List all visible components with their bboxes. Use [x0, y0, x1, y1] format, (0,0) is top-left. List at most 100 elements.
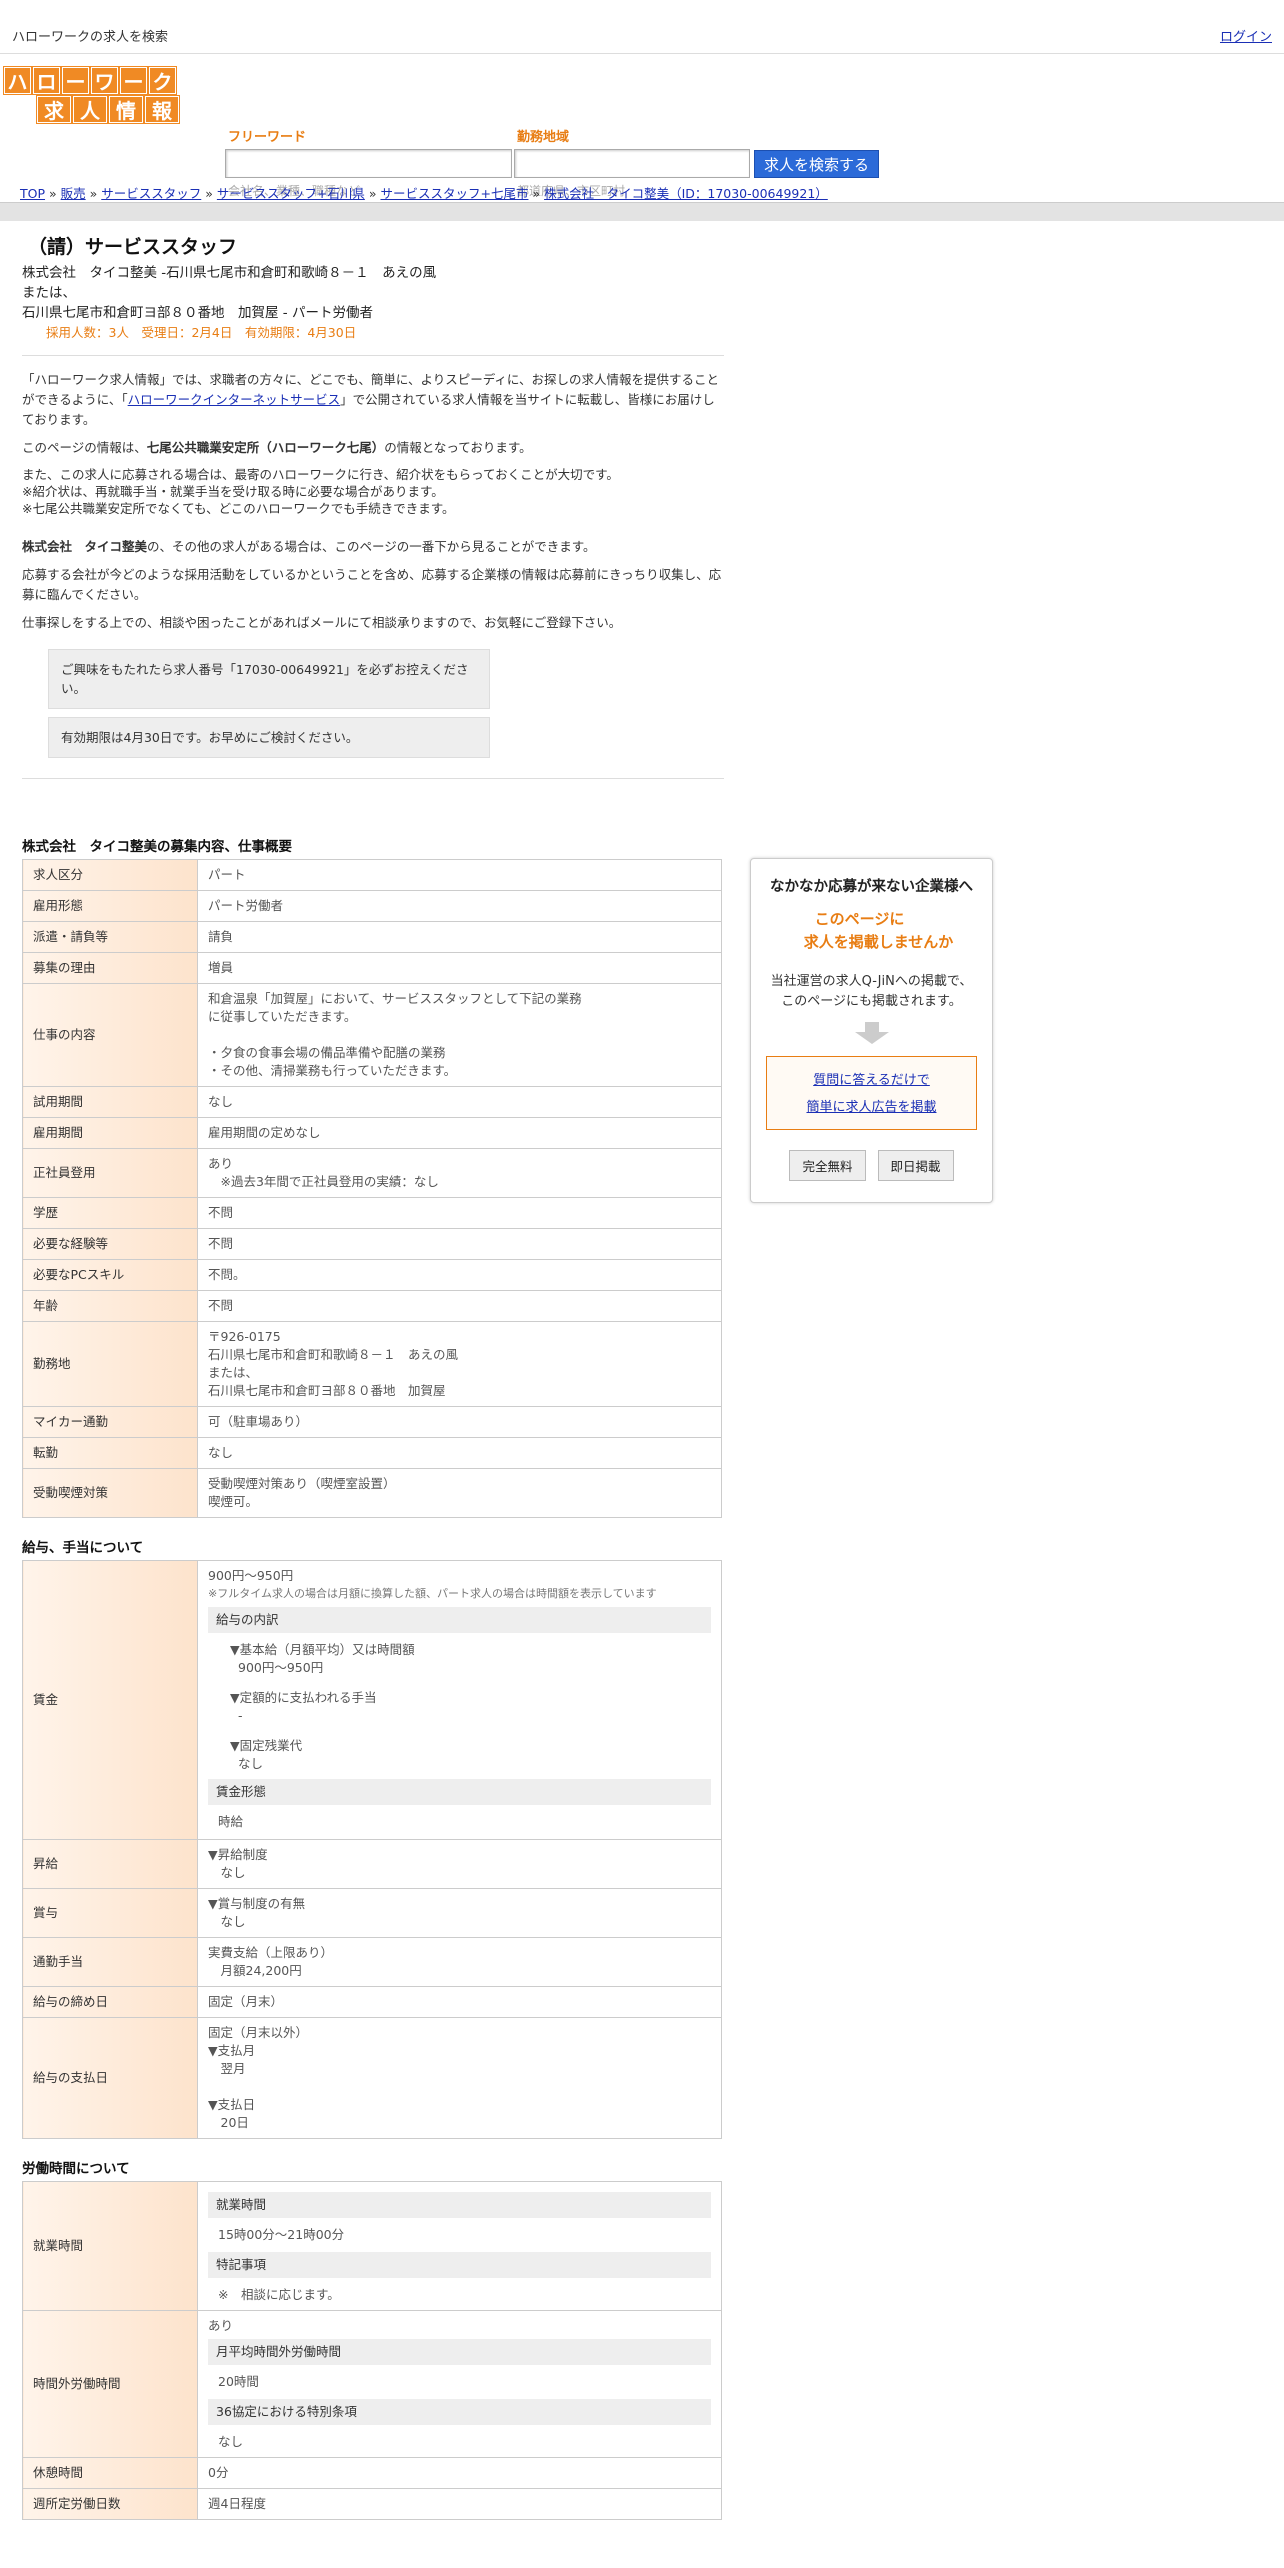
- row-label: 給与の締め日: [22, 1986, 198, 2018]
- header-divider: [0, 202, 1284, 221]
- table-row: 必要な経験等 不問: [22, 1228, 722, 1260]
- consult-note: 仕事探しをする上での、相談や困ったことがあればメールにて相談承りますので、お気軽…: [22, 615, 622, 630]
- breadcrumb-separator: »: [85, 186, 102, 201]
- row-label: 転勤: [22, 1437, 198, 1469]
- logo-char: ロ: [33, 67, 60, 94]
- logo-char: 報: [145, 96, 179, 123]
- row-value: パート: [197, 859, 722, 891]
- overview-heading: 株式会社 タイコ整美の募集内容、仕事概要: [22, 839, 292, 855]
- row-value: 週4日程度: [197, 2488, 722, 2520]
- other-jobs-note: 株式会社 タイコ整美の、その他の求人がある場合は、このページの一番下から見ること…: [22, 539, 596, 554]
- row-value: 増員: [197, 952, 722, 984]
- main-content: （請）サービススタッフ 株式会社 タイコ整美 -石川県七尾市和倉町和歌崎８－１ …: [22, 232, 724, 2520]
- row-value: あり 月平均時間外労働時間 20時間 36協定における特別条項 なし: [197, 2310, 722, 2458]
- table-row: 就業時間 就業時間 15時00分〜21時00分 特記事項 ※ 相談に応じます。: [22, 2181, 722, 2311]
- intro-paragraph: 「ハローワーク求人情報」では、求職者の方々に、どこでも、簡単に、よりスピーディに…: [22, 372, 720, 427]
- hellowork-logo[interactable]: ハローワーク 求人情報: [4, 67, 181, 124]
- ad-pitch: このページに 求人を掲載しませんか: [803, 910, 954, 951]
- row-label: 賞与: [22, 1888, 198, 1938]
- row-label: 雇用期間: [22, 1117, 198, 1149]
- breadcrumb-link[interactable]: TOP: [20, 186, 45, 201]
- row-value: なし: [197, 1086, 722, 1118]
- freeword-input[interactable]: [225, 149, 512, 178]
- login-link[interactable]: ログイン: [1220, 26, 1272, 45]
- row-label: 募集の理由: [22, 952, 198, 984]
- office-info: このページの情報は、七尾公共職業安定所（ハローワーク七尾）の情報となっております…: [22, 440, 532, 455]
- row-label: 年齢: [22, 1290, 198, 1322]
- breadcrumb-separator: »: [201, 186, 217, 201]
- row-value: 実費支給（上限あり） 月額24,200円: [197, 1937, 722, 1987]
- logo-char: 情: [109, 96, 143, 123]
- header: ハローワーク 求人情報 フリーワード 会社名、業種、職種など 勤務地域 都道府県…: [0, 54, 1284, 221]
- table-row: 通勤手当 実費支給（上限あり） 月額24,200円: [22, 1937, 722, 1987]
- table-row: 学歴 不問: [22, 1197, 722, 1229]
- breadcrumb-separator: »: [364, 186, 381, 201]
- row-value: 受動喫煙対策あり（喫煙室設置） 喫煙可。: [197, 1468, 722, 1518]
- table-row: 試用期間 なし: [22, 1086, 722, 1118]
- row-value: 不問。: [197, 1259, 722, 1291]
- row-value: なし: [197, 1437, 722, 1469]
- salary-table: 賃金 900円〜950円 ※フルタイム求人の場合は月額に換算した額、パート求人の…: [22, 1560, 722, 2139]
- table-row: 必要なPCスキル 不問。: [22, 1259, 722, 1291]
- salary-heading: 給与、手当について: [22, 1540, 144, 1556]
- table-row: 求人区分 パート: [22, 859, 722, 891]
- row-label: 学歴: [22, 1197, 198, 1229]
- location-type: 石川県七尾市和倉町ヨ部８０番地 加賀屋 - パート労働者: [22, 305, 373, 321]
- area-input[interactable]: [514, 149, 750, 178]
- job-title: （請）サービススタッフ: [28, 236, 238, 258]
- breadcrumb-link[interactable]: サービススタッフ: [101, 186, 201, 201]
- row-label: 通勤手当: [22, 1937, 198, 1987]
- row-value: 固定（月末）: [197, 1986, 722, 2018]
- breadcrumb-link[interactable]: 販売: [61, 186, 86, 201]
- row-label: 昇給: [22, 1839, 198, 1889]
- row-value: 雇用期間の定めなし: [197, 1117, 722, 1149]
- same-day-button[interactable]: 即日掲載: [877, 1150, 954, 1181]
- divider: [22, 778, 724, 779]
- table-row: 昇給 ▼昇給制度 なし: [22, 1839, 722, 1889]
- row-label: 就業時間: [22, 2181, 198, 2311]
- internet-service-link[interactable]: ハローワークインターネットサービス: [128, 392, 341, 407]
- row-label: 正社員登用: [22, 1148, 198, 1198]
- table-row: 雇用期間 雇用期間の定めなし: [22, 1117, 722, 1149]
- breadcrumb-link[interactable]: サービススタッフ+七尾市: [380, 186, 528, 201]
- row-value: 可（駐車場あり）: [197, 1406, 722, 1438]
- row-value: 請負: [197, 921, 722, 953]
- table-row: マイカー通勤 可（駐車場あり）: [22, 1406, 722, 1438]
- hours-table: 就業時間 就業時間 15時00分〜21時00分 特記事項 ※ 相談に応じます。 …: [22, 2181, 722, 2520]
- row-value: 不問: [197, 1228, 722, 1260]
- table-row: 転勤 なし: [22, 1437, 722, 1469]
- apply-notes: また、この求人に応募される場合は、最寄のハローワークに行き、紹介状をもらっておく…: [22, 467, 619, 516]
- row-value: 固定（月末以外） ▼支払月 翌月 ▼支払日 20日: [197, 2017, 722, 2139]
- table-row: 賃金 900円〜950円 ※フルタイム求人の場合は月額に換算した額、パート求人の…: [22, 1560, 722, 1840]
- row-label: 勤務地: [22, 1321, 198, 1407]
- breadcrumb-link[interactable]: 株式会社 タイコ整美（ID：17030-00649921）: [544, 186, 828, 201]
- row-label: 必要な経験等: [22, 1228, 198, 1260]
- search-button[interactable]: 求人を検索する: [754, 150, 879, 178]
- overview-table: 求人区分 パート 雇用形態 パート労働者 派遣・請負等 請負 募集の理由 増員 仕事の内容 和倉温…: [22, 859, 722, 1518]
- ad-description: 当社運営の求人Q-JiNへの掲載で、 このページにも掲載されます。: [770, 974, 973, 1009]
- row-label: 休憩時間: [22, 2457, 198, 2489]
- site-tagline: ハローワークの求人を検索: [12, 30, 169, 45]
- row-label: マイカー通勤: [22, 1406, 198, 1438]
- post-ad-link[interactable]: 簡単に求人広告を掲載: [767, 1094, 976, 1121]
- question-link[interactable]: 質問に答えるだけで: [767, 1067, 976, 1094]
- breadcrumb: TOP » 販売 » サービススタッフ » サービススタッフ+石川県 » サービ…: [20, 183, 828, 202]
- row-value: 0分: [197, 2457, 722, 2489]
- table-row: 雇用形態 パート労働者: [22, 890, 722, 922]
- logo-char: ク: [149, 67, 176, 94]
- ad-links: 質問に答えるだけで 簡単に求人広告を掲載: [766, 1056, 977, 1130]
- row-value: ▼賞与制度の有無 なし: [197, 1888, 722, 1938]
- table-row: 賞与 ▼賞与制度の有無 なし: [22, 1888, 722, 1938]
- ad-heading: なかなか応募が来ない企業様へ: [770, 879, 973, 895]
- free-button[interactable]: 完全無料: [789, 1150, 866, 1181]
- row-label: 給与の支払日: [22, 2017, 198, 2139]
- row-label: 時間外労働時間: [22, 2310, 198, 2458]
- employer-ad: なかなか応募が来ない企業様へ このページに 求人を掲載しませんか 当社運営の求人…: [750, 858, 993, 1203]
- row-value: 不問: [197, 1197, 722, 1229]
- row-label: 雇用形態: [22, 890, 198, 922]
- table-row: 休憩時間 0分: [22, 2457, 722, 2489]
- freeword-label: フリーワード: [228, 130, 307, 145]
- row-label: 受動喫煙対策: [22, 1468, 198, 1518]
- breadcrumb-link[interactable]: サービススタッフ+石川県: [217, 186, 365, 201]
- row-value: ▼昇給制度 なし: [197, 1839, 722, 1889]
